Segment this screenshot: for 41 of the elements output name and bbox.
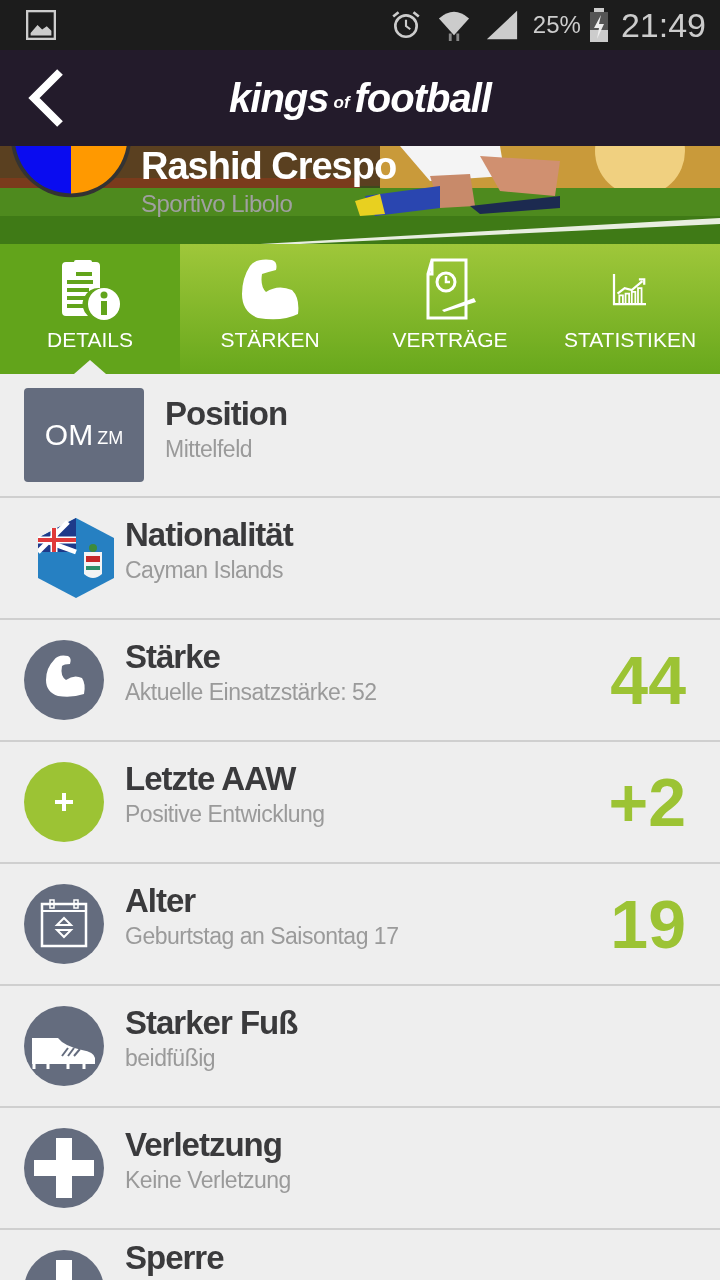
football-boot-icon — [24, 1006, 104, 1086]
row-title: Stärke — [125, 637, 221, 677]
row-title: Sperre — [125, 1238, 225, 1278]
cross-icon — [24, 1128, 104, 1208]
row-value: +2 — [608, 763, 686, 841]
row-subtitle: Geburtstag an Saisontag 17 — [125, 922, 400, 951]
logo-text: of — [333, 93, 350, 113]
row-subtitle: Mittelfeld — [165, 435, 254, 464]
player-name: Rashid Crespo — [141, 146, 397, 188]
row-title: Position — [165, 394, 289, 434]
logo-text: football — [354, 75, 491, 121]
gallery-icon — [26, 10, 56, 40]
club-name: Sportivo Libolo — [141, 189, 294, 219]
row-subtitle: Positive Entwicklung — [125, 800, 326, 829]
row-value: 19 — [610, 885, 686, 963]
logo-text: kings — [229, 75, 329, 121]
plus-icon — [24, 762, 104, 842]
row-subtitle: Aktuelle Einsatzstärke: 52 — [125, 678, 378, 707]
calendar-icon — [24, 884, 104, 964]
row-subtitle: beidfüßig — [125, 1044, 217, 1073]
row-subtitle: Cayman Islands — [125, 556, 284, 585]
row-title: Alter — [125, 881, 197, 921]
tab[interactable]: DETAILS — [0, 244, 180, 374]
row-title: Starker Fuß — [125, 1003, 299, 1043]
battery-charging-icon — [588, 8, 609, 42]
tab[interactable]: VERTRÄGE — [360, 244, 540, 374]
row-title: Verletzung — [125, 1125, 283, 1165]
row-title: Letzte AAW — [125, 759, 298, 799]
battery-percent: 25% — [532, 11, 581, 39]
tab[interactable]: STÄRKEN — [180, 244, 360, 374]
flexed-arm-icon — [24, 640, 104, 720]
tab-pointer — [74, 360, 106, 374]
flag-icon — [38, 518, 114, 598]
row-subtitle: Keine Verletzung — [125, 1166, 292, 1195]
bar-chart-icon — [612, 274, 648, 306]
wifi-icon — [436, 9, 471, 41]
row-value: 44 — [610, 641, 686, 719]
tab[interactable]: STATISTIKEN — [540, 244, 720, 374]
clock-time: 21:49 — [620, 5, 706, 45]
position-badge: OM ZM — [24, 388, 144, 482]
row-title: Nationalität — [125, 515, 295, 555]
